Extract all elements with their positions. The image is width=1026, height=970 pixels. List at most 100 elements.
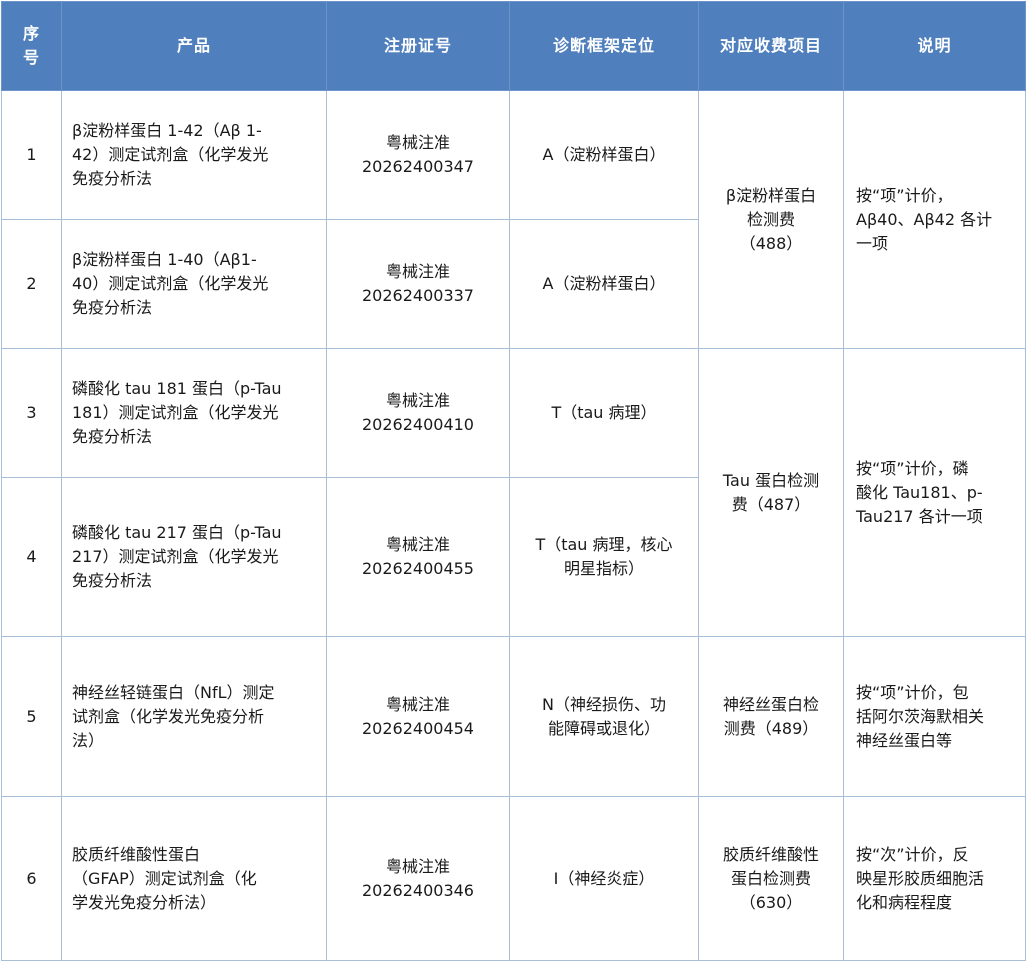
note-line: Tau217 各计一项 — [856, 506, 983, 526]
note-line: 括阿尔茨海默相关 — [856, 706, 985, 726]
header-fee-item: 对应收费项目 — [698, 1, 844, 91]
diagnosis-position: I（神经炎症） — [509, 796, 699, 961]
fee-line: β淀粉样蛋白 — [725, 185, 817, 205]
note-line: 映星形胶质细胞活 — [856, 868, 985, 888]
product-line: 磷酸化 tau 181 蛋白（p-Tau — [72, 379, 282, 398]
note: 按“项”计价，磷 酸化 Tau181、p- Tau217 各计一项 — [843, 348, 1026, 637]
registration-prefix: 粤械注准 — [385, 133, 450, 152]
fee-line: 费（487） — [731, 494, 811, 514]
product-line: 免疫分析法 — [72, 571, 153, 590]
note-line: 按“项”计价， — [856, 185, 953, 205]
diagnosis-line: I（神经炎症） — [553, 868, 655, 888]
row-index: 6 — [1, 796, 62, 961]
diagnosis-line: T（tau 病理，核心 — [535, 535, 673, 554]
diagnosis-line: 能障碍或退化） — [547, 718, 660, 738]
product-line: 神经丝轻链蛋白（NfL）测定 — [72, 682, 275, 702]
fee-line: 神经丝蛋白检 — [722, 694, 819, 714]
header-row: 序 号 产品 注册证号 诊断框架定位 对应收费项目 说明 — [1, 1, 1026, 91]
diagnosis-line: N（神经损伤、功 — [542, 694, 666, 714]
table-row: 6 胶质纤维酸性蛋白 （GFAP）测定试剂盒（化 学发光免疫分析法） 粤械注准 … — [1, 796, 1026, 961]
product-name: β淀粉样蛋白 1-40（Aβ1- 40）测定试剂盒（化学发光 免疫分析法 — [61, 219, 327, 349]
product-name: 磷酸化 tau 217 蛋白（p-Tau 217）测定试剂盒（化学发光 免疫分析… — [61, 477, 327, 637]
table-row: 1 β淀粉样蛋白 1-42（Aβ 1- 42）测定试剂盒（化学发光 免疫分析法 … — [1, 90, 1026, 349]
note-line: 按“次”计价，反 — [856, 844, 969, 864]
diagnosis-position: A（淀粉样蛋白） — [509, 219, 699, 349]
header-index-line1: 序 — [22, 24, 40, 43]
note-line: 酸化 Tau181、p- — [856, 482, 983, 502]
product-line: 学发光免疫分析法） — [72, 892, 217, 912]
registration-prefix: 粤械注准 — [385, 856, 450, 876]
registration-number: 粤械注准 20262400337 — [326, 219, 510, 349]
fee-line: 测费（489） — [723, 718, 819, 738]
registration-code: 20262400347 — [362, 157, 474, 176]
note-line: 化和病程程度 — [856, 892, 953, 912]
header-diagnosis: 诊断框架定位 — [509, 1, 699, 91]
diagnosis-position: T（tau 病理） — [509, 348, 699, 478]
registration-prefix: 粤械注准 — [385, 262, 450, 281]
product-line: 42）测定试剂盒（化学发光 — [72, 145, 269, 164]
diagnosis-position: N（神经损伤、功 能障碍或退化） — [509, 636, 699, 797]
device-registration-table: 序 号 产品 注册证号 诊断框架定位 对应收费项目 说明 1 β淀粉样蛋白 1-… — [1, 1, 1026, 961]
header-product: 产品 — [61, 1, 327, 91]
registration-prefix: 粤械注准 — [385, 391, 450, 410]
note: 按“次”计价，反 映星形胶质细胞活 化和病程程度 — [843, 796, 1026, 961]
table-row: 3 磷酸化 tau 181 蛋白（p-Tau 181）测定试剂盒（化学发光 免疫… — [1, 348, 1026, 637]
note-line: 一项 — [856, 233, 889, 253]
product-line: 免疫分析法 — [72, 427, 153, 446]
row-index: 3 — [1, 348, 62, 478]
product-line: （GFAP）测定试剂盒（化 — [72, 868, 257, 888]
product-line: 217）测定试剂盒（化学发光 — [72, 547, 279, 566]
note: 按“项”计价， Aβ40、Aβ42 各计 一项 — [843, 90, 1026, 349]
product-name: 胶质纤维酸性蛋白 （GFAP）测定试剂盒（化 学发光免疫分析法） — [61, 796, 327, 961]
registration-code: 20262400346 — [362, 880, 474, 900]
fee-line: Tau 蛋白检测 — [722, 470, 820, 490]
registration-code: 20262400455 — [362, 559, 474, 578]
registration-number: 粤械注准 20262400346 — [326, 796, 510, 961]
product-name: β淀粉样蛋白 1-42（Aβ 1- 42）测定试剂盒（化学发光 免疫分析法 — [61, 90, 327, 220]
product-name: 磷酸化 tau 181 蛋白（p-Tau 181）测定试剂盒（化学发光 免疫分析… — [61, 348, 327, 478]
diagnosis-line: A（淀粉样蛋白） — [542, 145, 666, 164]
header-index-line2: 号 — [22, 48, 40, 67]
product-line: 磷酸化 tau 217 蛋白（p-Tau — [72, 523, 282, 542]
product-line: 免疫分析法 — [72, 169, 153, 188]
registration-prefix: 粤械注准 — [385, 535, 450, 554]
note-line: Aβ40、Aβ42 各计 — [856, 209, 993, 229]
diagnosis-position: T（tau 病理，核心 明星指标） — [509, 477, 699, 637]
fee-item: 胶质纤维酸性 蛋白检测费 （630） — [698, 796, 844, 961]
product-line: 法） — [72, 730, 105, 750]
diagnosis-position: A（淀粉样蛋白） — [509, 90, 699, 220]
registration-number: 粤械注准 20262400454 — [326, 636, 510, 797]
fee-line: 胶质纤维酸性 — [722, 844, 819, 864]
diagnosis-line: T（tau 病理） — [551, 403, 657, 422]
registration-code: 20262400337 — [362, 286, 474, 305]
row-index: 2 — [1, 219, 62, 349]
note-line: 按“项”计价，磷 — [856, 458, 969, 478]
fee-item: 神经丝蛋白检 测费（489） — [698, 636, 844, 797]
row-index: 5 — [1, 636, 62, 797]
fee-line: 蛋白检测费 — [730, 868, 811, 888]
diagnosis-line: 明星指标） — [563, 559, 644, 578]
header-registration: 注册证号 — [326, 1, 510, 91]
registration-code: 20262400454 — [362, 718, 474, 738]
fee-line: （630） — [739, 892, 803, 912]
registration-number: 粤械注准 20262400455 — [326, 477, 510, 637]
fee-line: （488） — [739, 233, 803, 253]
diagnosis-line: A（淀粉样蛋白） — [542, 274, 666, 293]
header-note: 说明 — [843, 1, 1026, 91]
product-line: 免疫分析法 — [72, 298, 153, 317]
table-row: 5 神经丝轻链蛋白（NfL）测定 试剂盒（化学发光免疫分析 法） 粤械注准 20… — [1, 636, 1026, 797]
row-index: 1 — [1, 90, 62, 220]
header-index: 序 号 — [1, 1, 62, 91]
registration-code: 20262400410 — [362, 415, 474, 434]
note-line: 神经丝蛋白等 — [856, 730, 953, 750]
note-line: 按“项”计价，包 — [856, 682, 969, 702]
registration-prefix: 粤械注准 — [385, 694, 450, 714]
fee-line: 检测费 — [746, 209, 795, 229]
product-line: 40）测定试剂盒（化学发光 — [72, 274, 269, 293]
product-line: 试剂盒（化学发光免疫分析 — [72, 706, 265, 726]
product-line: 胶质纤维酸性蛋白 — [72, 844, 201, 864]
product-name: 神经丝轻链蛋白（NfL）测定 试剂盒（化学发光免疫分析 法） — [61, 636, 327, 797]
registration-number: 粤械注准 20262400347 — [326, 90, 510, 220]
product-line: β淀粉样蛋白 1-42（Aβ 1- — [72, 121, 262, 140]
row-index: 4 — [1, 477, 62, 637]
